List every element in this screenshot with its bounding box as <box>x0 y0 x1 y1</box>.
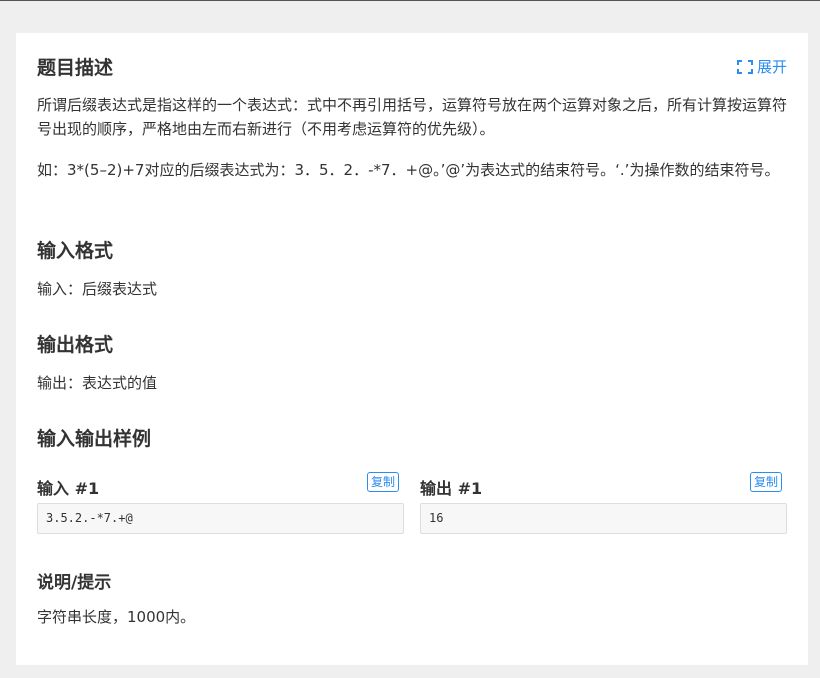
sample-output-label: 输出 #1 <box>420 479 483 498</box>
description-title: 题目描述 <box>37 57 114 79</box>
description-paragraph-1: 所谓后缀表达式是指这样的一个表达式：式中不再引用括号，运算符号放在两个运算对象之… <box>37 96 788 138</box>
copy-input-button[interactable]: 复制 <box>367 472 400 492</box>
hint-title: 说明/提示 <box>37 573 112 593</box>
output-format-text: 输出：表达式的值 <box>37 374 158 392</box>
problem-card: 题目描述 展开 所谓后缀表达式是指这样的一个表达式：式中不再引用括号，运算符号放… <box>16 33 808 665</box>
copy-output-button[interactable]: 复制 <box>750 472 783 492</box>
window-top-border <box>0 0 820 1</box>
expand-label: 展开 <box>756 58 787 76</box>
output-format-title: 输出格式 <box>37 334 114 356</box>
expand-icon <box>736 59 753 74</box>
input-format-text: 输入：后缀表达式 <box>37 280 158 298</box>
description-paragraph-2: 如：3*(5–2)+7对应的后缀表达式为：3．5．2．-*7．+@。’@’为表达… <box>37 161 780 179</box>
sample-input-box[interactable]: 3.5.2.-*7.+@ <box>37 503 404 534</box>
hint-text: 字符串长度，1000内。 <box>37 608 196 626</box>
expand-button[interactable]: 展开 <box>736 56 787 77</box>
sample-output-box[interactable]: 16 <box>420 503 787 534</box>
sample-input-label: 输入 #1 <box>37 479 100 498</box>
input-format-title: 输入格式 <box>37 240 114 262</box>
samples-title: 输入输出样例 <box>37 428 152 450</box>
